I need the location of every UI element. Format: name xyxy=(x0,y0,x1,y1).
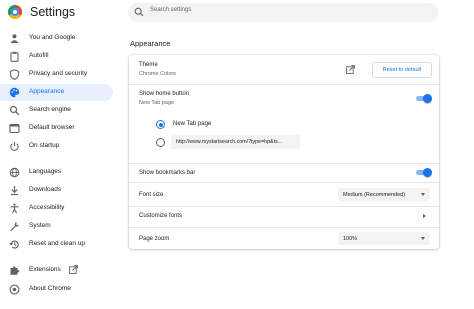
font-size-select[interactable]: Medium (Recommended) xyxy=(338,188,430,201)
home-url-value: http://www.mystartsearch.com/?type=hp&ts… xyxy=(176,139,283,145)
font-size-value: Medium (Recommended) xyxy=(343,191,406,198)
browser-icon xyxy=(9,123,20,134)
sidebar-item-label: Default browser xyxy=(29,124,75,131)
sidebar-item-on-startup[interactable]: On startup xyxy=(0,138,113,155)
accessibility-icon xyxy=(10,203,19,214)
sidebar-item-label: Search engine xyxy=(29,106,71,113)
search-placeholder: Search settings xyxy=(150,7,192,13)
divider xyxy=(129,227,439,228)
puzzle-icon xyxy=(10,266,20,275)
divider xyxy=(129,84,439,85)
home-button-label: Show home button xyxy=(139,91,190,97)
sidebar-item-autofill[interactable]: Autofill xyxy=(0,48,113,65)
chevron-down-icon xyxy=(421,237,425,240)
chrome-icon xyxy=(9,284,20,295)
open-in-new-icon xyxy=(69,265,78,274)
page-zoom-select[interactable]: 100% xyxy=(338,232,430,245)
chrome-logo-icon xyxy=(8,5,22,19)
section-title: Appearance xyxy=(130,39,171,48)
history-icon xyxy=(9,240,19,249)
radio-new-tab-page[interactable] xyxy=(156,120,165,129)
page-title: Settings xyxy=(30,5,76,19)
sidebar-item-label: On startup xyxy=(29,142,60,149)
sidebar-item-languages[interactable]: Languages xyxy=(0,164,113,181)
divider xyxy=(129,163,439,164)
sidebar-item-label: Privacy and security xyxy=(29,70,88,77)
palette-icon xyxy=(9,87,20,98)
page-zoom-value: 100% xyxy=(343,235,358,242)
person-icon xyxy=(10,34,19,43)
shield-icon xyxy=(9,69,20,80)
sidebar-item-default-browser[interactable]: Default browser xyxy=(0,120,113,137)
sidebar-item-you-and-google[interactable]: You and Google xyxy=(0,30,113,47)
home-button-sub: New Tab page xyxy=(139,100,175,106)
theme-label: Theme xyxy=(139,62,158,68)
sidebar-item-label: Reset and clean up xyxy=(29,240,86,247)
sidebar-item-search-engine[interactable]: Search engine xyxy=(0,102,113,119)
sidebar-item-label: About Chrome xyxy=(29,285,71,292)
font-size-label: Font size xyxy=(139,192,164,198)
page-zoom-label: Page zoom xyxy=(139,236,170,242)
divider xyxy=(129,206,439,207)
sidebar-item-label: You and Google xyxy=(29,34,76,41)
sidebar-item-extensions[interactable]: Extensions xyxy=(0,262,113,279)
search-icon xyxy=(134,7,144,17)
bookmarks-bar-toggle[interactable] xyxy=(416,168,432,177)
home-url-input[interactable]: http://www.mystartsearch.com/?type=hp&ts… xyxy=(171,135,300,149)
sidebar-item-accessibility[interactable]: Accessibility xyxy=(0,200,113,217)
sidebar-item-label: Appearance xyxy=(29,88,65,95)
sidebar-item-privacy[interactable]: Privacy and security xyxy=(0,66,113,83)
wrench-icon xyxy=(10,222,20,232)
sidebar-item-label: Downloads xyxy=(29,186,62,193)
sidebar-item-reset[interactable]: Reset and clean up xyxy=(0,236,113,253)
sidebar-item-system[interactable]: System xyxy=(0,218,113,235)
theme-value: Chrome Colors xyxy=(139,71,176,77)
globe-icon xyxy=(9,167,20,178)
chevron-right-icon[interactable] xyxy=(423,214,426,218)
customize-fonts-label[interactable]: Customize fonts xyxy=(139,213,182,219)
reset-to-default-button[interactable]: Reset to default xyxy=(372,62,432,78)
sidebar-item-downloads[interactable]: Downloads xyxy=(0,182,113,199)
divider xyxy=(129,182,439,183)
home-button-toggle[interactable] xyxy=(416,94,432,103)
sidebar-item-label: Languages xyxy=(29,168,62,175)
radio-custom-url[interactable] xyxy=(156,138,165,147)
search-input[interactable]: Search settings xyxy=(128,3,438,22)
download-icon xyxy=(11,186,18,196)
sidebar-item-label: Accessibility xyxy=(29,204,65,211)
sidebar-item-appearance[interactable]: Appearance xyxy=(0,84,113,101)
settings-page: Settings Search settings You and Google … xyxy=(0,0,474,309)
radio-new-tab-page-label: New Tab page xyxy=(173,121,212,127)
sidebar-item-label: System xyxy=(29,222,51,229)
sidebar-item-about[interactable]: About Chrome xyxy=(0,281,113,298)
sidebar-item-label: Autofill xyxy=(29,52,49,59)
search-icon xyxy=(9,105,20,116)
power-icon xyxy=(10,141,19,151)
sidebar-item-label: Extensions xyxy=(29,266,61,273)
chevron-down-icon xyxy=(421,193,425,196)
clipboard-icon xyxy=(10,51,19,62)
bookmarks-bar-label: Show bookmarks bar xyxy=(139,170,196,176)
open-in-new-icon[interactable] xyxy=(346,65,355,74)
